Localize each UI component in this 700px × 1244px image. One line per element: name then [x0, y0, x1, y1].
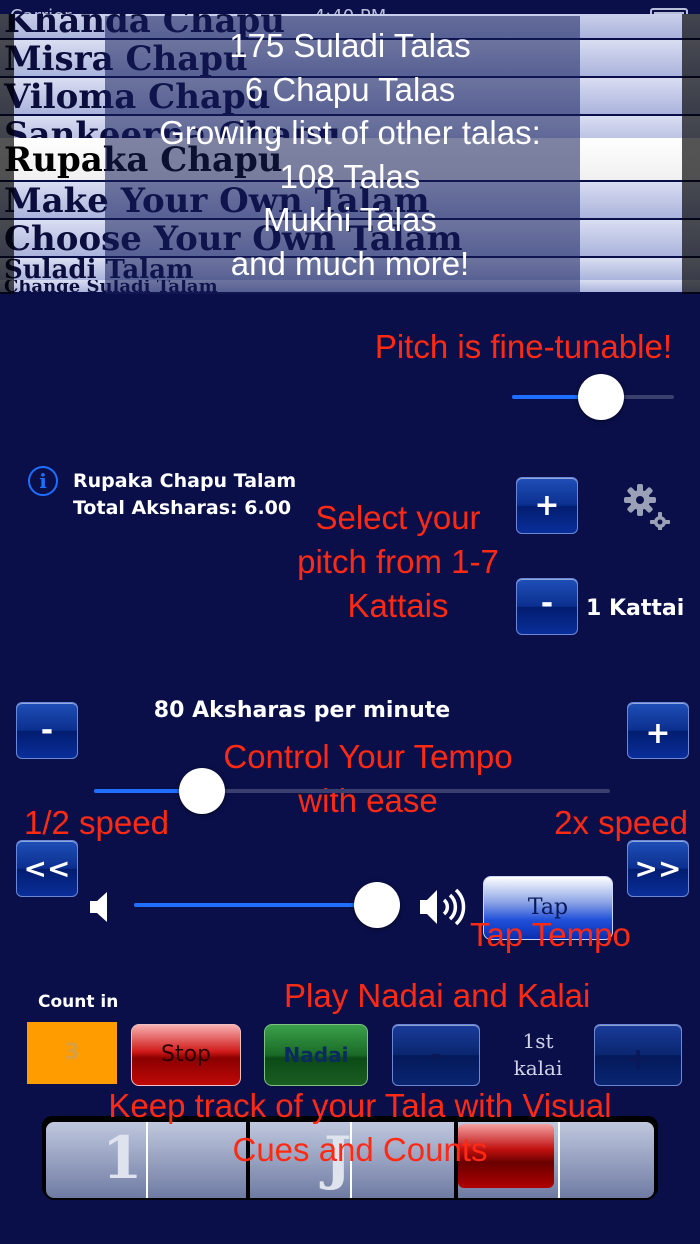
nadai-button[interactable]: Nadai	[264, 1024, 368, 1086]
annotation-tap-tempo: Tap Tempo	[470, 916, 631, 953]
annotation-double-speed: 2x speed	[554, 804, 688, 841]
kalai-minus-button[interactable]: -	[392, 1024, 480, 1086]
pitch-minus-button[interactable]: -	[516, 578, 578, 635]
info-icon[interactable]: i	[28, 466, 58, 496]
tempo-knob[interactable]	[179, 768, 225, 814]
count-in-label: Count in	[38, 992, 119, 1012]
count-in-value[interactable]: 3	[27, 1022, 117, 1084]
volume-knob[interactable]	[354, 882, 400, 928]
talam-total-aksharas: Total Aksharas: 6.00	[73, 497, 292, 519]
pitch-value: 1 Kattai	[586, 596, 685, 621]
volume-slider[interactable]	[134, 882, 400, 928]
half-speed-button[interactable]: <<	[16, 840, 78, 897]
tempo-slider[interactable]	[94, 768, 610, 814]
pitch-plus-button[interactable]: +	[516, 477, 578, 534]
annotation-pitch-fine: Pitch is fine-tunable!	[374, 328, 672, 365]
kalai-value: 1st kalai	[513, 1029, 563, 1080]
speaker-high-icon	[418, 886, 474, 928]
pitch-fine-knob[interactable]	[578, 374, 624, 420]
promo-text: 175 Suladi Talas 6 Chapu Talas Growing l…	[159, 27, 541, 282]
pitch-fine-slider[interactable]	[512, 374, 674, 420]
annotation-half-speed: 1/2 speed	[24, 804, 169, 841]
annotation-visual-cues: Keep track of your Tala with Visual Cues…	[108, 1087, 612, 1168]
tempo-label: 80 Aksharas per minute	[153, 698, 451, 723]
double-speed-button[interactable]: >>	[627, 840, 689, 897]
kalai-plus-button[interactable]: +	[594, 1024, 682, 1086]
annotation-select-pitch: Select your pitch from 1-7 Kattais	[297, 499, 499, 624]
stop-button[interactable]: Stop	[131, 1024, 241, 1086]
annotation-nadai-kalai: Play Nadai and Kalai	[284, 977, 591, 1014]
speaker-low-icon	[88, 890, 116, 924]
gear-icon[interactable]	[622, 482, 670, 532]
talam-name: Rupaka Chapu Talam	[73, 470, 297, 492]
